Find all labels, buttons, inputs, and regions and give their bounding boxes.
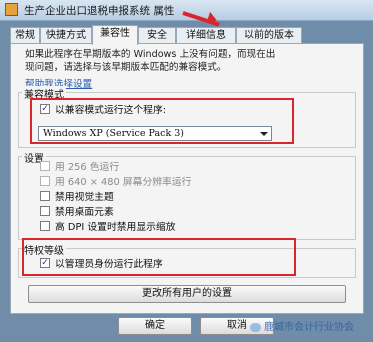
window-title: 生产企业出口退税申报系统 属性 bbox=[24, 5, 175, 17]
setting-256-color-row[interactable]: 用 256 色运行 bbox=[40, 161, 119, 175]
tab-general[interactable]: 常规 bbox=[10, 27, 40, 43]
setting-640x480-checkbox[interactable] bbox=[40, 176, 50, 186]
setting-disable-visual-themes-row[interactable]: 禁用视觉主题 bbox=[40, 191, 114, 205]
annotation-box-privilege bbox=[22, 238, 296, 276]
tab-security[interactable]: 安全 bbox=[138, 27, 176, 43]
tab-previous-versions[interactable]: 以前的版本 bbox=[236, 27, 302, 43]
intro-line-2: 现问题，请选择与该早期版本匹配的兼容模式。 bbox=[25, 62, 227, 73]
intro-line-1: 如果此程序在早期版本的 Windows 上没有问题，而现在出 bbox=[25, 49, 276, 60]
wechat-icon bbox=[250, 322, 261, 332]
change-settings-all-users-button[interactable]: 更改所有用户的设置 bbox=[28, 285, 346, 303]
setting-disable-dpi-scaling-label: 高 DPI 设置时禁用显示缩放 bbox=[55, 222, 176, 233]
setting-disable-dpi-scaling-row[interactable]: 高 DPI 设置时禁用显示缩放 bbox=[40, 221, 176, 235]
title-bar: 生产企业出口退税申报系统 属性 bbox=[0, 0, 373, 21]
intro-text: 如果此程序在早期版本的 Windows 上没有问题，而现在出 现问题，请选择与该… bbox=[25, 48, 355, 74]
tab-compatibility[interactable]: 兼容性 bbox=[92, 25, 138, 45]
tab-strip: 常规 快捷方式 兼容性 安全 详细信息 以前的版本 bbox=[10, 25, 368, 45]
setting-disable-desktop-composition-row[interactable]: 禁用桌面元素 bbox=[40, 206, 114, 220]
setting-disable-dpi-scaling-checkbox[interactable] bbox=[40, 221, 50, 231]
setting-640x480-label: 用 640 × 480 屏幕分辨率运行 bbox=[55, 177, 192, 188]
setting-640x480-row[interactable]: 用 640 × 480 屏幕分辨率运行 bbox=[40, 176, 191, 190]
watermark-text: 鹿城市会计行业协会 bbox=[264, 322, 354, 333]
app-icon bbox=[5, 3, 18, 16]
setting-disable-desktop-composition-checkbox[interactable] bbox=[40, 206, 50, 216]
setting-disable-visual-themes-label: 禁用视觉主题 bbox=[55, 192, 114, 203]
annotation-box-compat bbox=[30, 98, 294, 144]
ok-button[interactable]: 确定 bbox=[118, 317, 192, 335]
setting-256-color-label: 用 256 色运行 bbox=[55, 162, 120, 173]
setting-256-color-checkbox[interactable] bbox=[40, 161, 50, 171]
tab-shortcut[interactable]: 快捷方式 bbox=[40, 27, 92, 43]
watermark: 鹿城市会计行业协会 bbox=[250, 318, 354, 334]
tab-details[interactable]: 详细信息 bbox=[176, 27, 236, 43]
setting-disable-visual-themes-checkbox[interactable] bbox=[40, 191, 50, 201]
setting-disable-desktop-composition-label: 禁用桌面元素 bbox=[55, 207, 114, 218]
